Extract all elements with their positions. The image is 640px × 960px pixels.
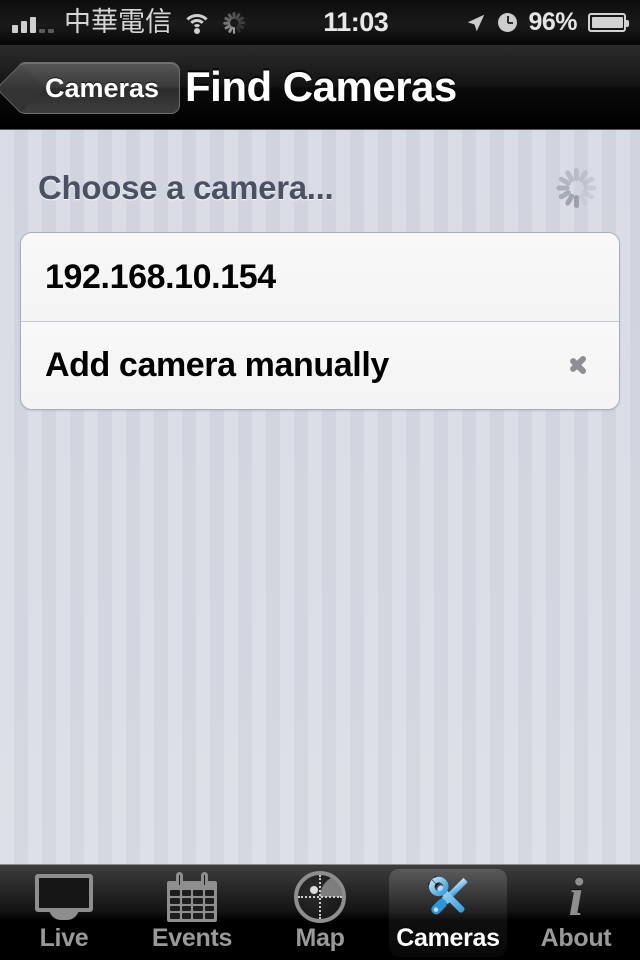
tab-map[interactable]: Map xyxy=(256,865,384,960)
section-header: Choose a camera... xyxy=(0,130,640,210)
carrier-label: 中華電信 xyxy=(64,7,172,38)
content-area: Choose a camera... 192.168.10.154 Add ca… xyxy=(0,130,640,864)
tab-events[interactable]: Events xyxy=(128,865,256,960)
tab-live[interactable]: Live xyxy=(0,865,128,960)
status-bar-center: 11:03 xyxy=(246,7,465,38)
signal-bars-icon xyxy=(12,13,54,33)
tab-cameras[interactable]: Cameras xyxy=(384,865,512,960)
status-bar: 中華電信 11:03 96% xyxy=(0,0,640,45)
navigation-bar: Cameras Find Cameras xyxy=(0,45,640,130)
monitor-icon xyxy=(35,872,93,922)
tab-label: Live xyxy=(39,924,89,952)
location-arrow-icon xyxy=(468,14,485,31)
tab-label: About xyxy=(540,924,612,952)
tab-label: Map xyxy=(295,924,345,952)
tab-label: Events xyxy=(151,924,233,952)
camera-list-group: 192.168.10.154 Add camera manually xyxy=(20,232,620,410)
list-item[interactable]: 192.168.10.154 xyxy=(21,233,619,321)
status-bar-clock: 11:03 xyxy=(323,7,389,37)
camera-address-label: 192.168.10.154 xyxy=(45,257,276,296)
status-bar-left: 中華電信 xyxy=(0,9,246,36)
chevron-right-icon xyxy=(569,349,589,383)
page-title: Find Cameras xyxy=(185,63,457,110)
app-screen: 中華電信 11:03 96% Cameras Find Cameras Choo… xyxy=(0,0,640,960)
tab-label: Cameras xyxy=(396,924,500,952)
back-button-label: Cameras xyxy=(45,72,160,103)
alarm-clock-icon xyxy=(498,13,518,32)
status-bar-right: 96% xyxy=(465,8,640,37)
wifi-icon xyxy=(182,12,212,34)
battery-percent-label: 96% xyxy=(528,8,577,36)
activity-spinner-icon xyxy=(222,11,246,35)
battery-icon xyxy=(588,13,629,32)
tab-bar: Live Events Map Cameras i About xyxy=(0,864,640,960)
tab-about[interactable]: i About xyxy=(512,865,640,960)
list-item[interactable]: Add camera manually xyxy=(21,321,619,409)
back-button[interactable]: Cameras xyxy=(18,62,181,114)
calendar-icon xyxy=(167,872,217,922)
section-title: Choose a camera... xyxy=(38,169,334,206)
activity-spinner-icon xyxy=(554,166,598,210)
radar-icon xyxy=(294,871,346,923)
tools-icon xyxy=(420,872,476,922)
info-icon: i xyxy=(568,867,584,927)
add-camera-manually-label: Add camera manually xyxy=(45,346,389,384)
